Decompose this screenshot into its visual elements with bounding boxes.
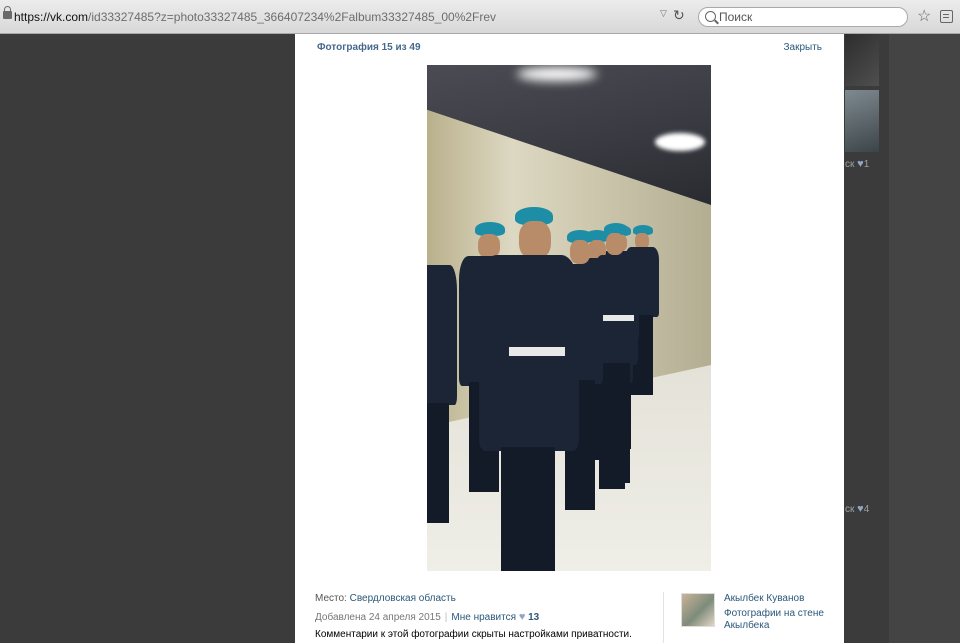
background-page: [889, 34, 960, 643]
avatar[interactable]: [681, 593, 715, 627]
background-like-count: ск ♥4: [845, 503, 870, 515]
like-count[interactable]: 13: [528, 612, 539, 623]
added-date: Добавлена 24 апреля 2015: [315, 612, 441, 623]
url-path: /id33327485?z=photo33327485_366407234%2F…: [88, 10, 497, 24]
photo-counter: Фотография 15 из 49: [317, 42, 421, 53]
search-input[interactable]: [719, 9, 899, 25]
dropdown-icon[interactable]: ▽: [660, 8, 667, 19]
separator: |: [444, 612, 448, 623]
search-icon: [705, 11, 716, 22]
place-label: Место:: [315, 593, 347, 604]
heart-icon[interactable]: ♥: [519, 611, 526, 623]
background-like-count: ск ♥1: [845, 158, 870, 170]
url-host: https://vk.com: [14, 10, 89, 24]
close-button[interactable]: Закрыть: [783, 42, 822, 53]
divider: [663, 592, 664, 643]
photo-viewer: Фотография 15 из 49 Закрыть Место: Сверд…: [295, 34, 844, 643]
lock-icon: [3, 6, 12, 19]
background-thumbnail[interactable]: [845, 90, 879, 152]
photo-meta: Место: Свердловская область Добавлена 24…: [315, 590, 655, 643]
reload-icon[interactable]: ↻: [673, 7, 685, 24]
owner-name-link[interactable]: Акылбек Куванов: [724, 593, 804, 604]
like-button[interactable]: Мне нравится: [451, 612, 516, 623]
comments-notice: Комментарии к этой фотографии скрыты нас…: [315, 629, 632, 640]
place-link[interactable]: Свердловская область: [350, 593, 456, 604]
background-thumbnail[interactable]: [845, 34, 879, 86]
main-photo[interactable]: [427, 65, 711, 571]
reader-icon[interactable]: [940, 10, 953, 23]
bookmark-star-icon[interactable]: ☆: [917, 6, 931, 26]
search-box[interactable]: [698, 7, 908, 27]
browser-toolbar: https://vk.com/id33327485?z=photo3332748…: [0, 0, 960, 34]
album-link[interactable]: Фотографии на стене Акылбека: [724, 608, 834, 632]
address-bar[interactable]: https://vk.com/id33327485?z=photo3332748…: [14, 6, 692, 28]
